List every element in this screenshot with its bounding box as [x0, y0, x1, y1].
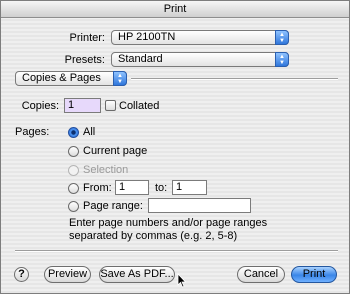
help-button[interactable]: ?	[14, 267, 29, 282]
print-dialog: Print Printer: HP 2100TN ▲ ▼ Presets: Sta…	[0, 0, 350, 294]
page-range-field[interactable]	[148, 198, 251, 213]
radio-from[interactable]	[68, 183, 79, 194]
page-range-help-line2: separated by commas (e.g. 2, 5-8)	[69, 230, 238, 242]
panel-value: Copies & Pages	[22, 72, 101, 84]
radio-selection[interactable]	[68, 165, 79, 176]
panel-separator	[131, 78, 338, 80]
printer-value: HP 2100TN	[118, 31, 176, 43]
presets-value: Standard	[118, 53, 163, 65]
save-as-pdf-button[interactable]: Save As PDF...	[99, 266, 175, 283]
preview-button[interactable]: Preview	[44, 266, 91, 283]
collated-checkbox[interactable]	[105, 100, 116, 111]
printer-popup[interactable]: HP 2100TN ▲ ▼	[111, 30, 289, 45]
copies-field[interactable]: 1	[64, 98, 101, 113]
radio-current-page[interactable]	[68, 146, 79, 157]
printer-label: Printer:	[69, 32, 105, 44]
presets-popup[interactable]: Standard ▲ ▼	[111, 52, 289, 67]
to-field[interactable]: 1	[172, 180, 207, 195]
radio-from-label: From:	[83, 182, 112, 194]
copies-label: Copies:	[21, 100, 59, 112]
bottom-separator	[15, 250, 338, 252]
cancel-button[interactable]: Cancel	[237, 266, 285, 283]
radio-page-range[interactable]	[68, 201, 79, 212]
panel-popup[interactable]: Copies & Pages ▲ ▼	[15, 71, 127, 86]
radio-page-range-label: Page range:	[83, 200, 143, 212]
pages-label: Pages:	[15, 126, 50, 138]
from-field[interactable]: 1	[115, 180, 149, 195]
radio-current-page-label: Current page	[83, 145, 148, 157]
popup-arrows-icon: ▲ ▼	[275, 30, 289, 45]
collated-label: Collated	[119, 100, 160, 112]
window-title: Print	[1, 1, 349, 18]
radio-all[interactable]	[68, 127, 79, 138]
page-range-help-line1: Enter page numbers and/or page ranges	[69, 217, 268, 229]
radio-selection-label: Selection	[83, 164, 129, 176]
to-label: to:	[155, 182, 168, 194]
mouse-cursor-icon	[177, 273, 187, 288]
presets-label: Presets:	[64, 54, 105, 66]
radio-all-label: All	[83, 126, 96, 138]
print-button[interactable]: Print	[291, 266, 337, 283]
popup-arrows-icon: ▲ ▼	[113, 71, 127, 86]
popup-arrows-icon: ▲ ▼	[275, 52, 289, 67]
